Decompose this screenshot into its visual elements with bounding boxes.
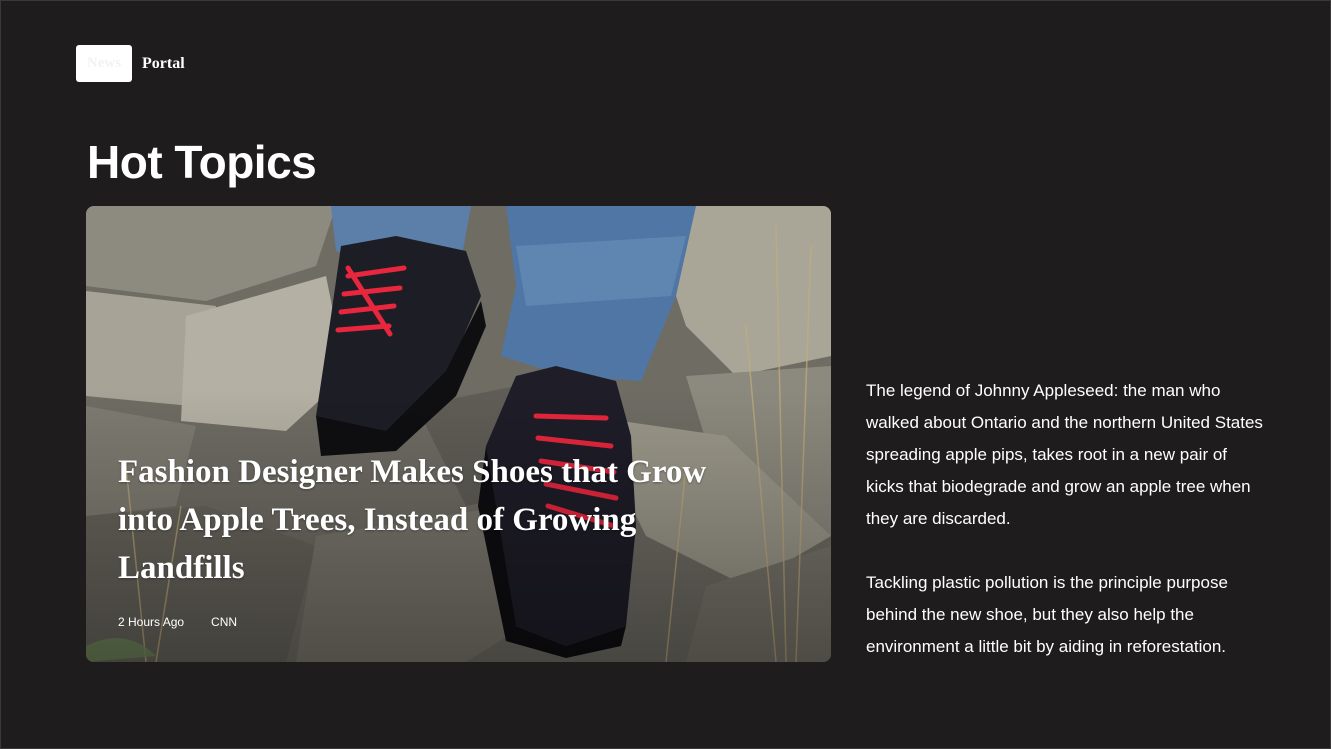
article-time: 2 Hours Ago [118,615,185,629]
description-paragraph-2: Tackling plastic pollution is the princi… [866,573,1228,656]
logo-box: News [76,45,132,82]
article-source[interactable]: CNN [211,615,237,629]
featured-article-card[interactable]: Fashion Designer Makes Shoes that Grow i… [86,206,831,662]
page-frame: News Portal Hot Topics Fashion Designer … [0,0,1331,749]
logo-text: Portal [142,54,185,72]
card-gradient-overlay [86,206,831,662]
section-title: Hot Topics [87,136,317,188]
description-paragraph-1: The legend of Johnny Appleseed: the man … [866,381,1263,528]
article-description: The legend of Johnny Appleseed: the man … [866,375,1266,663]
article-meta: 2 Hours Ago CNN [118,615,237,629]
site-logo[interactable]: News Portal [76,45,185,82]
featured-article-title[interactable]: Fashion Designer Makes Shoes that Grow i… [118,448,758,592]
